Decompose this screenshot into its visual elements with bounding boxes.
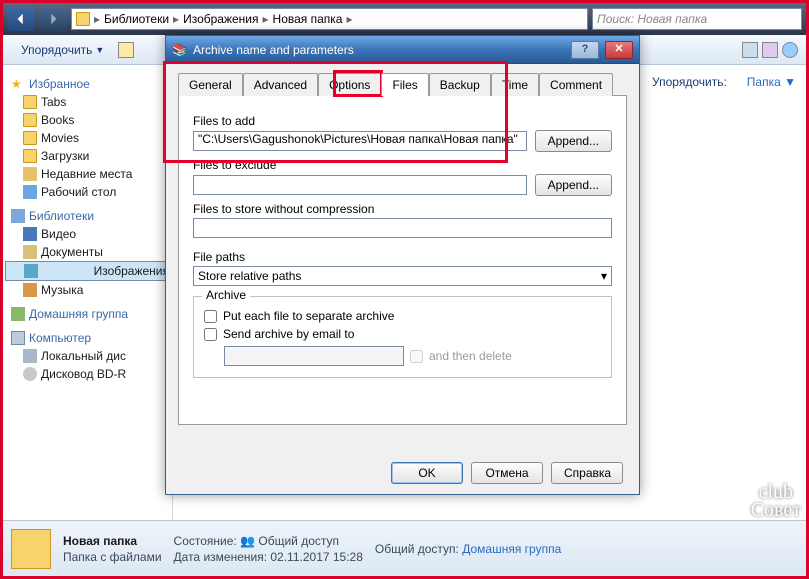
tab-files[interactable]: Files [381,73,428,96]
watermark: club Совет [751,483,801,519]
